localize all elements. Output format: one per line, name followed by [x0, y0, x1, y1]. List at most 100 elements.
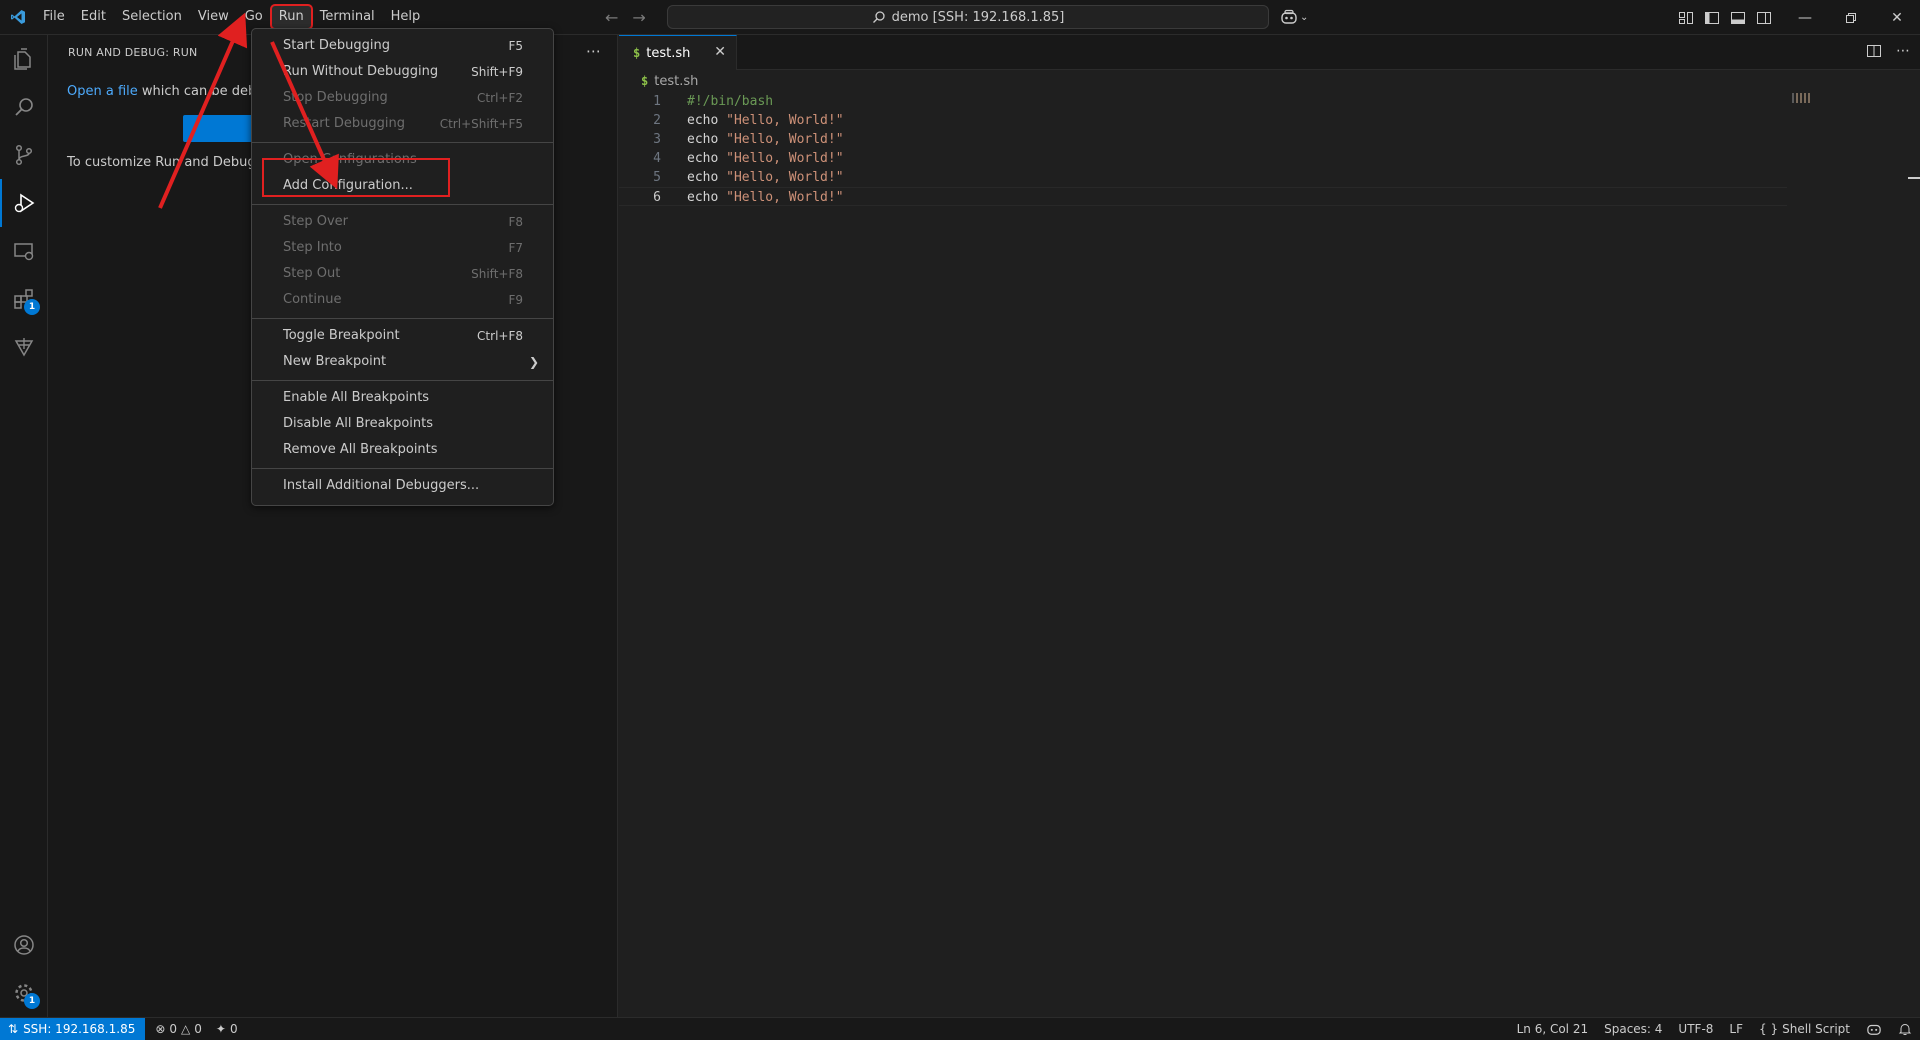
explorer-icon[interactable] — [0, 35, 48, 83]
menu-item-restart-debugging[interactable]: Restart Debugging Ctrl+Shift+F5 — [252, 111, 553, 137]
menu-item-shortcut: Shift+F9 — [471, 65, 523, 79]
indentation[interactable]: Spaces: 4 — [1604, 1022, 1662, 1036]
menu-item-continue[interactable]: Continue F9 — [252, 287, 553, 313]
menu-edit[interactable]: Edit — [73, 5, 114, 29]
menu-item-label: Open Configurations — [283, 152, 417, 167]
menu-file[interactable]: File — [35, 5, 73, 29]
warning-icon: △ — [181, 1022, 191, 1036]
menu-item-step-into[interactable]: Step Into F7 — [252, 235, 553, 261]
customize-message-text: To customize Run and Debug — [67, 155, 256, 170]
code-token: echo — [687, 190, 727, 205]
status-right: Ln 6, Col 21 Spaces: 4 UTF-8 LF { } Shel… — [1517, 1018, 1912, 1040]
code-line[interactable]: 5 echo "Hello, World!" — [619, 168, 1920, 187]
menu-item-step-out[interactable]: Step Out Shift+F8 — [252, 261, 553, 287]
search-view-icon[interactable] — [0, 83, 48, 131]
copilot-button[interactable]: ⌄ — [1280, 5, 1308, 29]
menu-item-install-additional-debuggers[interactable]: Install Additional Debuggers... — [252, 473, 553, 499]
menu-item-new-breakpoint[interactable]: New Breakpoint ❯ — [252, 349, 553, 375]
menu-run[interactable]: Run — [269, 4, 313, 30]
close-tab-icon[interactable]: ✕ — [714, 44, 726, 60]
menu-selection[interactable]: Selection — [114, 5, 190, 29]
remote-indicator[interactable]: ⇅ SSH: 192.168.1.85 — [0, 1018, 146, 1040]
notifications-bell-icon[interactable] — [1898, 1022, 1912, 1036]
source-control-icon[interactable] — [0, 131, 48, 179]
copilot-status-icon[interactable] — [1866, 1022, 1882, 1036]
problems-indicator[interactable]: ⊗ 0 △ 0 — [155, 1022, 202, 1036]
ports-count: 0 — [229, 1022, 238, 1036]
menu-item-enable-all-breakpoints[interactable]: Enable All Breakpoints — [252, 385, 553, 411]
tab-test-sh[interactable]: $ test.sh ✕ — [619, 35, 737, 70]
search-icon — [872, 11, 885, 23]
code-editor[interactable]: 1 #!/bin/bash 2 echo "Hello, World!" 3 echo "… — [619, 92, 1920, 206]
menu-item-stop-debugging[interactable]: Stop Debugging Ctrl+F2 — [252, 85, 553, 111]
code-line[interactable]: 4 echo "Hello, World!" — [619, 149, 1920, 168]
more-actions-icon[interactable]: ⋯ — [1896, 43, 1910, 59]
manage-gear-icon[interactable]: 1 — [0, 969, 48, 1017]
code-token: echo — [687, 113, 727, 128]
close-window-icon[interactable]: ✕ — [1874, 0, 1920, 35]
extensions-icon[interactable]: 1 — [0, 275, 48, 323]
toggle-panel-icon[interactable] — [1730, 10, 1746, 26]
code-line[interactable]: 2 echo "Hello, World!" — [619, 111, 1920, 130]
copilot-icon — [1281, 9, 1297, 24]
menu-item-toggle-breakpoint[interactable]: Toggle Breakpoint Ctrl+F8 — [252, 323, 553, 349]
testing-icon[interactable] — [0, 323, 48, 371]
encoding[interactable]: UTF-8 — [1678, 1022, 1713, 1036]
code-line[interactable]: 3 echo "Hello, World!" — [619, 130, 1920, 149]
line-number: 4 — [653, 151, 661, 166]
code-line[interactable]: 1 #!/bin/bash — [619, 92, 1920, 111]
menu-item-disable-all-breakpoints[interactable]: Disable All Breakpoints — [252, 411, 553, 437]
language-mode[interactable]: { } Shell Script — [1759, 1022, 1850, 1036]
toggle-primary-sidebar-icon[interactable] — [1704, 10, 1720, 26]
back-arrow-icon[interactable]: ← — [605, 8, 618, 27]
menu-item-remove-all-breakpoints[interactable]: Remove All Breakpoints — [252, 437, 553, 463]
menu-go[interactable]: Go — [237, 5, 271, 29]
menu-item-open-configurations[interactable]: Open Configurations — [252, 147, 553, 173]
remote-icon: ⇅ — [8, 1022, 19, 1036]
end-of-line[interactable]: LF — [1729, 1022, 1743, 1036]
code-token: echo — [687, 170, 727, 185]
layout-controls — [1678, 0, 1772, 35]
forward-arrow-icon[interactable]: → — [632, 8, 645, 27]
extensions-badge: 1 — [24, 299, 40, 315]
breadcrumb-file[interactable]: test.sh — [654, 74, 698, 89]
menu-separator — [252, 468, 553, 469]
remote-explorer-icon[interactable] — [0, 227, 48, 275]
language-label: Shell Script — [1782, 1022, 1850, 1036]
code-line[interactable]: 6 echo "Hello, World!" — [619, 187, 1787, 206]
line-text: echo "Hello, World!" — [687, 168, 844, 187]
accounts-icon[interactable] — [0, 921, 48, 969]
restore-icon[interactable] — [1828, 0, 1874, 35]
braces-icon: { } — [1759, 1022, 1779, 1036]
editor-tabs: $ test.sh ✕ ⋯ — [619, 35, 1920, 70]
menu-item-shortcut: Ctrl+Shift+F5 — [439, 117, 523, 131]
run-and-debug-icon[interactable] — [0, 179, 48, 227]
menu-item-label: Start Debugging — [283, 38, 390, 53]
menu-item-shortcut: F9 — [508, 293, 523, 307]
menu-terminal[interactable]: Terminal — [312, 5, 383, 29]
menu-help[interactable]: Help — [383, 5, 429, 29]
toggle-secondary-sidebar-icon[interactable] — [1756, 10, 1772, 26]
menu-view[interactable]: View — [190, 5, 237, 29]
cursor-position[interactable]: Ln 6, Col 21 — [1517, 1022, 1589, 1036]
menu-item-add-configuration[interactable]: Add Configuration... — [252, 173, 553, 199]
more-actions-icon[interactable]: ⋯ — [586, 42, 601, 60]
customize-layout-icon[interactable] — [1678, 10, 1694, 26]
menu-item-label: Disable All Breakpoints — [283, 416, 434, 431]
customize-message: To customize Run and Debug cr — [67, 155, 272, 170]
ports-indicator[interactable]: ✦ 0 — [216, 1022, 238, 1036]
error-count: 0 — [169, 1022, 178, 1036]
scrollbar-cursor-marker — [1908, 177, 1920, 179]
line-number: 3 — [653, 132, 661, 147]
menu-item-run-without-debugging[interactable]: Run Without Debugging Shift+F9 — [252, 59, 553, 85]
minimize-icon[interactable]: — — [1782, 0, 1828, 35]
open-file-message: Open a file which can be debugg — [67, 84, 281, 99]
minimap[interactable] — [1792, 92, 1812, 104]
editor-area: $ test.sh ✕ ⋯ $ test.sh 1 #!/bin/bash 2 ech… — [619, 35, 1920, 1017]
menu-item-step-over[interactable]: Step Over F8 — [252, 209, 553, 235]
command-center-search[interactable]: demo [SSH: 192.168.1.85] — [667, 5, 1269, 29]
split-editor-icon[interactable] — [1866, 43, 1882, 59]
open-file-link[interactable]: Open a file — [67, 84, 138, 99]
line-text: echo "Hello, World!" — [687, 130, 844, 149]
menu-item-start-debugging[interactable]: Start Debugging F5 — [252, 33, 553, 59]
